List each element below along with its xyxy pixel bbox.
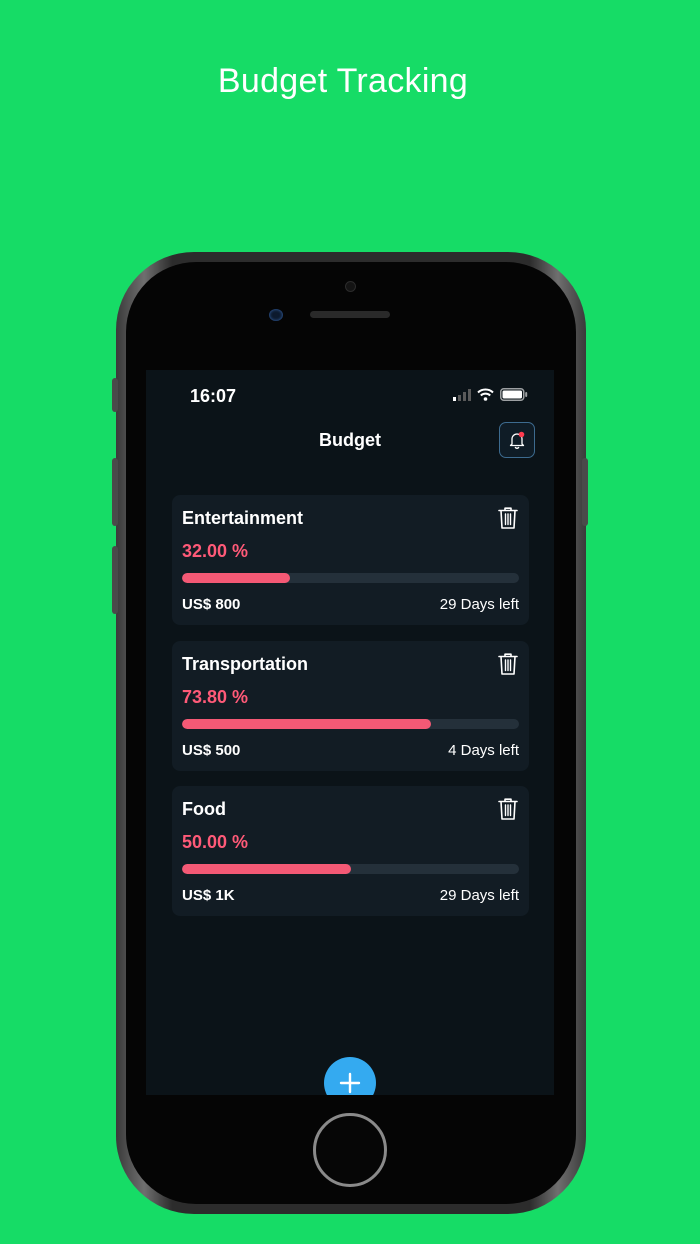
budget-name: Food <box>182 799 226 819</box>
status-time: 16:07 <box>190 386 237 406</box>
mute-switch <box>112 378 118 412</box>
wifi-icon <box>477 388 494 401</box>
days-left: 4 Days left <box>448 742 519 759</box>
progress-fill <box>182 573 290 583</box>
progress-fill <box>182 719 431 729</box>
days-left: 29 Days left <box>439 887 519 904</box>
page-title: Budget <box>319 430 381 450</box>
cellular-signal-icon <box>453 388 471 401</box>
home-button[interactable] <box>313 1113 387 1187</box>
battery-icon <box>500 388 528 401</box>
budget-card[interactable]: Entertainment 32.00 % US$ 800 29 Days le… <box>172 495 529 625</box>
budget-percent: 32.00 % <box>182 541 249 561</box>
budget-card[interactable]: Transportation 73.80 % US$ 500 4 Days le… <box>172 641 529 771</box>
budget-card[interactable]: Food 50.00 % US$ 1K 29 Days left <box>172 786 529 916</box>
budget-name: Transportation <box>182 654 309 674</box>
progress-track <box>182 573 519 583</box>
sensor <box>269 309 283 321</box>
add-budget-button[interactable] <box>324 1057 376 1095</box>
days-left: 29 Days left <box>439 596 519 613</box>
volume-down-button <box>112 546 118 614</box>
trash-icon[interactable] <box>497 652 519 676</box>
budget-amount: US$ 1K <box>182 887 235 904</box>
bell-icon <box>509 431 525 449</box>
budget-percent: 73.80 % <box>182 687 249 707</box>
progress-fill <box>182 864 351 874</box>
budget-amount: US$ 500 <box>182 742 241 759</box>
promo-title: Budget Tracking <box>217 62 469 100</box>
front-camera <box>345 281 356 292</box>
app-screen: 16:07 Budget Entertainment 32.00 % US$ 8… <box>146 370 554 1095</box>
budget-amount: US$ 800 <box>182 596 241 613</box>
trash-icon[interactable] <box>497 797 519 821</box>
progress-track <box>182 719 519 729</box>
status-icons <box>453 388 528 401</box>
budget-name: Entertainment <box>182 508 304 528</box>
plus-icon <box>339 1072 361 1094</box>
earpiece-speaker <box>310 311 390 318</box>
power-button <box>582 458 588 526</box>
volume-up-button <box>112 458 118 526</box>
progress-track <box>182 864 519 874</box>
notifications-button[interactable] <box>499 422 535 458</box>
trash-icon[interactable] <box>497 506 519 530</box>
budget-percent: 50.00 % <box>182 832 249 852</box>
